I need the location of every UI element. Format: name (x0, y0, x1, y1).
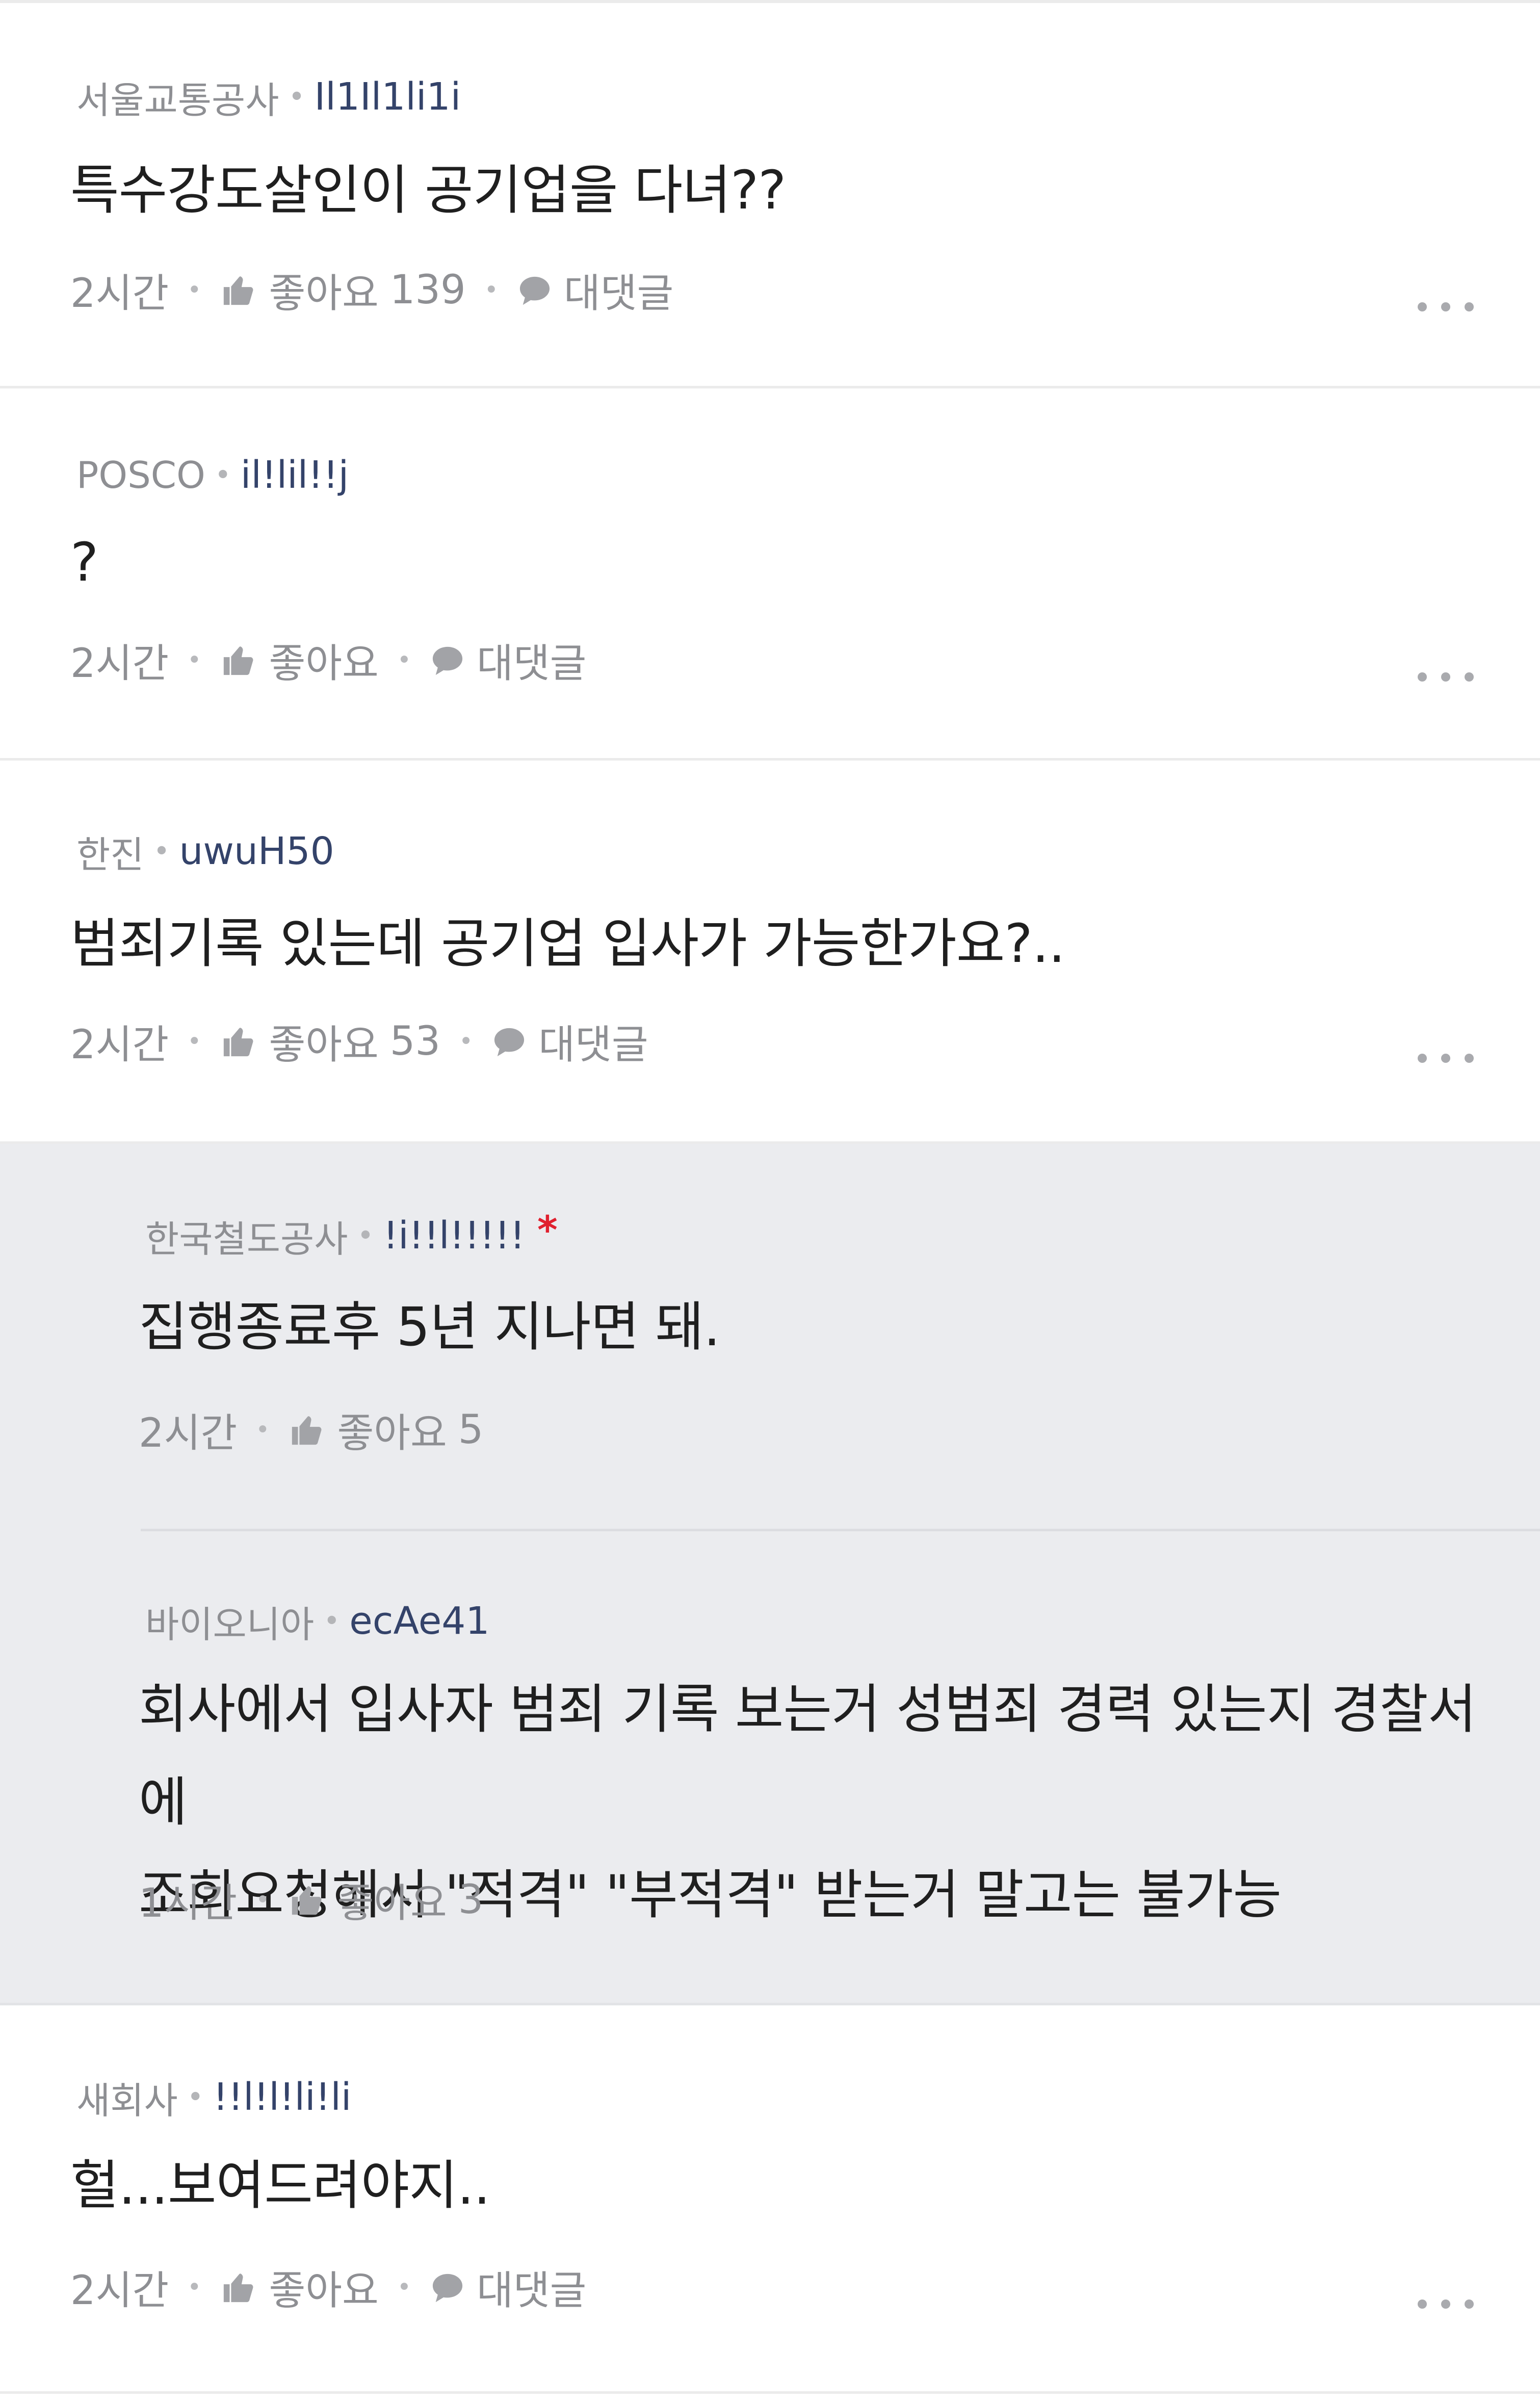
comment-text: 범죄기록 있는데 공기업 입사가 가능한가요?.. (70, 912, 1065, 975)
company-name[interactable]: 서울교통공사 (76, 70, 279, 124)
more-options-button[interactable] (1418, 1048, 1474, 1068)
meta-separator: • (153, 834, 170, 868)
nickname[interactable]: Il1Il1li1i (314, 75, 461, 119)
comment-meta: 한진 • uwuH50 (76, 826, 334, 877)
meta-separator: • (187, 2080, 204, 2114)
action-separator: • (187, 1027, 202, 1056)
more-options-button[interactable] (1418, 297, 1474, 317)
nickname[interactable]: ecAe41 (349, 1599, 489, 1643)
reply-actions: 1시간 • 좋아요 3 (139, 1872, 483, 1928)
meta-separator: • (357, 1219, 374, 1252)
reply-label: 대댓글 (477, 641, 587, 687)
comment-time: 2시간 (70, 2268, 169, 2314)
action-separator: • (397, 2273, 412, 2302)
comment-feed: 서울교통공사 • Il1Il1li1i 특수강도살인이 공기업을 다녀?? 2시… (0, 0, 1540, 2404)
action-separator: • (484, 276, 499, 304)
reply-button[interactable]: 대댓글 (430, 632, 586, 689)
comment-actions: 2시간 • 좋아요 • 대댓글 (70, 632, 586, 688)
comment-time: 2시간 (70, 641, 169, 687)
thumbs-up-icon (288, 1412, 326, 1448)
like-count: 53 (389, 1018, 441, 1064)
like-button[interactable]: 좋아요 5 (288, 1401, 483, 1458)
like-label: 좋아요 (269, 641, 379, 687)
thumbs-up-icon (288, 1882, 326, 1918)
comment-item: 서울교통공사 • Il1Il1li1i 특수강도살인이 공기업을 다녀?? 2시… (0, 3, 1540, 388)
comment-item: POSCO • il!lil!!j ? 2시간 • 좋아요 • 대댓글 (0, 388, 1540, 761)
nickname[interactable]: !!l!l!li!li (213, 2075, 352, 2119)
reply-time: 1시간 (139, 1880, 238, 1926)
comment-text: 헐...보여드려야지.. (70, 2154, 490, 2216)
more-options-button[interactable] (1418, 2294, 1474, 2314)
like-button[interactable]: 좋아요 3 (288, 1871, 483, 1928)
meta-separator: • (323, 1604, 341, 1638)
reply-time: 2시간 (139, 1410, 238, 1456)
speech-bubble-icon (517, 274, 553, 306)
comment-actions: 2시간 • 좋아요 53 • 대댓글 (70, 1013, 648, 1069)
thumbs-up-icon (220, 2269, 257, 2305)
action-separator: • (187, 646, 202, 674)
comment-item: 한진 • uwuH50 범죄기록 있는데 공기업 입사가 가능한가요?.. 2시… (0, 761, 1540, 1144)
like-button[interactable]: 좋아요 (220, 632, 379, 689)
like-label: 좋아요 (337, 1410, 447, 1456)
reply-item: 한국철도공사 • !i!!l!!!!! * 집행종료후 5년 지나면 돼. 2시… (0, 1144, 1540, 1531)
speech-bubble-icon (430, 2271, 465, 2304)
reply-label: 대댓글 (477, 2268, 587, 2314)
action-separator: • (397, 646, 412, 674)
comment-text: ? (70, 531, 98, 593)
reply-button[interactable]: 대댓글 (491, 1013, 648, 1070)
like-label: 좋아요 (269, 1022, 379, 1068)
reply-thread: 한국철도공사 • !i!!l!!!!! * 집행종료후 5년 지나면 돼. 2시… (0, 1144, 1540, 2005)
comment-meta: 새회사 • !!l!l!li!li (76, 2072, 351, 2123)
reply-text-line: 회사에서 입사자 범죄 기록 보는거 성범죄 경력 있는지 경찰서에 (139, 1678, 1476, 1833)
reply-label: 대댓글 (563, 271, 674, 317)
reply-button[interactable]: 대댓글 (430, 2259, 586, 2316)
comment-time: 2시간 (70, 1022, 169, 1068)
like-button[interactable]: 좋아요 53 (220, 1013, 440, 1070)
comment-item: 새회사 • !!l!l!li!li 헐...보여드려야지.. 2시간 • 좋아요… (0, 2005, 1540, 2394)
meta-separator: • (288, 80, 305, 114)
like-label: 좋아요 (269, 2268, 379, 2314)
comment-text: 특수강도살인이 공기업을 다녀?? (70, 159, 786, 221)
reply-button[interactable]: 대댓글 (517, 262, 673, 319)
speech-bubble-icon (491, 1025, 527, 1058)
meta-separator: • (214, 458, 231, 492)
speech-bubble-icon (430, 644, 465, 676)
thumbs-up-icon (220, 1024, 257, 1059)
like-count: 3 (458, 1877, 484, 1923)
comment-actions: 2시간 • 좋아요 139 • 대댓글 (70, 262, 673, 318)
action-separator: • (187, 2273, 202, 2302)
like-label: 좋아요 (269, 271, 379, 317)
like-count: 5 (458, 1407, 484, 1453)
action-separator: • (459, 1027, 474, 1056)
like-count: 139 (389, 267, 466, 313)
company-name[interactable]: 한진 (76, 825, 144, 878)
like-label: 좋아요 (337, 1880, 447, 1926)
like-button[interactable]: 좋아요 139 (220, 262, 466, 319)
reply-item: 바이오니아 • ecAe41 회사에서 입사자 범죄 기록 보는거 성범죄 경력… (0, 1531, 1540, 2005)
reply-meta: 바이오니아 • ecAe41 (145, 1596, 489, 1647)
company-name[interactable]: POSCO (76, 454, 205, 497)
reply-label: 대댓글 (538, 1022, 648, 1068)
comment-meta: POSCO • il!lil!!j (76, 450, 349, 501)
nickname[interactable]: il!lil!!j (241, 453, 349, 497)
author-badge: * (537, 1207, 558, 1252)
nickname[interactable]: !i!!l!!!!! (383, 1214, 525, 1258)
comment-actions: 2시간 • 좋아요 • 대댓글 (70, 2259, 586, 2315)
reply-meta: 한국철도공사 • !i!!l!!!!! * (145, 1207, 558, 1263)
comment-time: 2시간 (70, 271, 169, 317)
action-separator: • (255, 1886, 270, 1914)
action-separator: • (255, 1416, 270, 1444)
nickname[interactable]: uwuH50 (179, 829, 334, 873)
reply-actions: 2시간 • 좋아요 5 (139, 1402, 483, 1458)
like-button[interactable]: 좋아요 (220, 2259, 379, 2316)
reply-text: 집행종료후 5년 지나면 돼. (139, 1296, 720, 1358)
more-options-button[interactable] (1418, 667, 1474, 687)
company-name[interactable]: 한국철도공사 (145, 1209, 348, 1263)
comment-meta: 서울교통공사 • Il1Il1li1i (76, 71, 461, 122)
thumbs-up-icon (220, 272, 257, 308)
thumbs-up-icon (220, 642, 257, 678)
company-name[interactable]: 새회사 (76, 2071, 178, 2124)
company-name[interactable]: 바이오니아 (145, 1595, 314, 1648)
action-separator: • (187, 276, 202, 304)
